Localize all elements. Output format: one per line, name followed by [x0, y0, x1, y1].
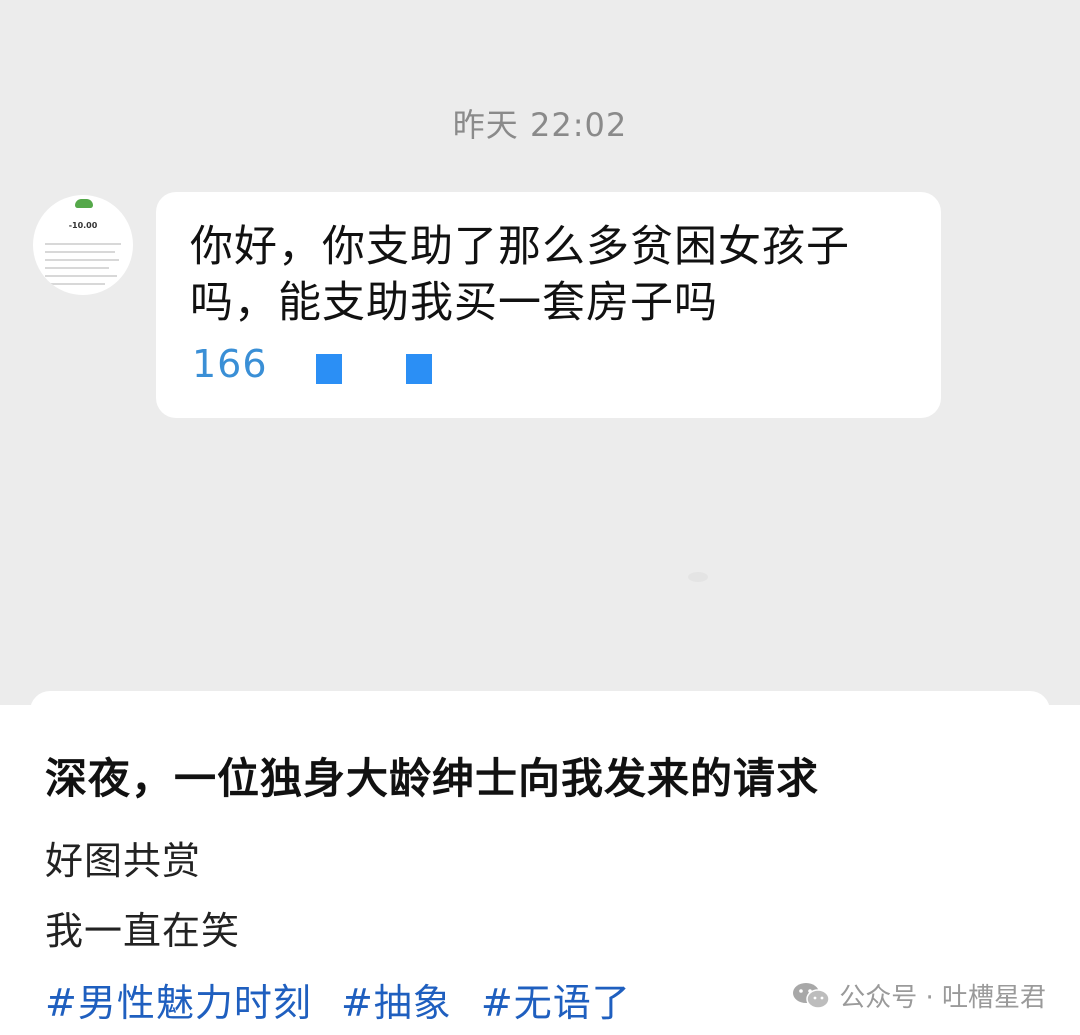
panel-top-cap: [30, 691, 1050, 719]
avatar-line: [45, 275, 117, 277]
avatar-line: [45, 251, 115, 253]
message-text: 你好，你支助了那么多贫困女孩子吗，能支助我买一套房子吗: [190, 222, 850, 328]
wechat-icon: [791, 981, 831, 1011]
phone-number-partial: 166: [192, 342, 268, 386]
avatar-line: [45, 267, 109, 269]
watermark-text: 公众号 · 吐槽星君: [839, 983, 1046, 1013]
watermark: 公众号 · 吐槽星君: [791, 977, 1046, 1014]
post-line: 好图共赏: [45, 839, 202, 883]
hashtag-link[interactable]: #无语了: [481, 981, 631, 1025]
hashtag-link[interactable]: #男性魅力时刻: [45, 981, 312, 1025]
hashtag-link[interactable]: #抽象: [341, 981, 452, 1025]
avatar-amount: -10.00: [68, 221, 98, 230]
background-artifact: [688, 572, 708, 582]
message-timestamp: 昨天 22:02: [452, 106, 628, 144]
post-title: 深夜，一位独身大龄绅士向我发来的请求: [45, 754, 820, 803]
redaction-block: [406, 354, 432, 384]
avatar-line: [45, 283, 105, 285]
phone-number-link[interactable]: 166: [192, 342, 268, 386]
hashtag-list: #男性魅力时刻 #抽象 #无语了: [45, 972, 647, 1027]
message-bubble[interactable]: 你好，你支助了那么多贫困女孩子吗，能支助我买一套房子吗 166: [156, 192, 941, 418]
avatar-line: [45, 259, 119, 261]
post-panel: 深夜，一位独身大龄绅士向我发来的请求 好图共赏 我一直在笑 #男性魅力时刻 #抽…: [0, 691, 1080, 1035]
redaction-block: [316, 354, 342, 384]
chat-area: 昨天 22:02 -10.00 你好，你支助了那么多贫困女孩子吗，能支助我买一套…: [0, 0, 1080, 705]
avatar[interactable]: -10.00: [33, 195, 133, 295]
post-line: 我一直在笑: [45, 909, 241, 953]
avatar-logo-icon: [75, 199, 93, 208]
avatar-line: [45, 243, 121, 245]
